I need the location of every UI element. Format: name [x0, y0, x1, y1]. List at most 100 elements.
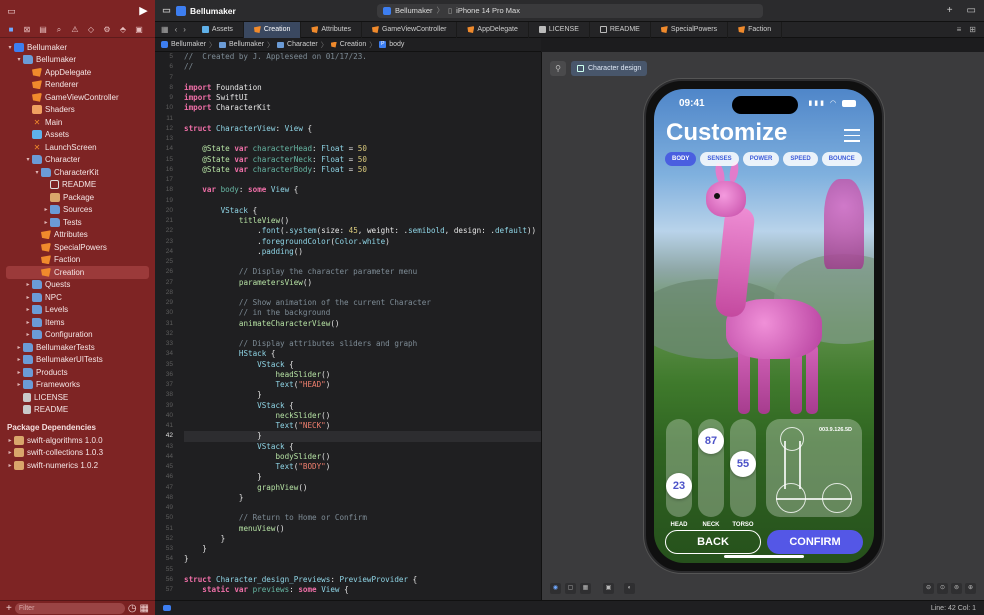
debug-area-toggle-icon[interactable]	[163, 605, 171, 611]
source-control-filter-icon[interactable]: ▦	[140, 603, 149, 614]
navigator-item[interactable]: ▸ NPC	[0, 291, 155, 304]
navigator-item[interactable]: Renderer	[0, 79, 155, 92]
run-button[interactable]: ▶	[138, 5, 149, 17]
breadcrumb-item[interactable]: body	[389, 41, 404, 48]
symbol-navigator-icon[interactable]: ▤	[38, 25, 48, 35]
live-preview-icon[interactable]: ◉	[550, 582, 561, 594]
disclosure-triangle-icon[interactable]: ▸	[6, 462, 14, 469]
tab-license[interactable]: LICENSE	[529, 21, 590, 38]
forward-icon[interactable]: ›	[183, 25, 186, 34]
disclosure-triangle-icon[interactable]: ▸	[24, 319, 32, 326]
breadcrumb-item[interactable]: Bellumaker	[229, 41, 264, 48]
slider-knob-torso[interactable]: 55	[730, 451, 756, 477]
tab-attributes[interactable]: Attributes	[301, 21, 362, 38]
disclosure-triangle-icon[interactable]: ▾	[24, 156, 32, 163]
chip-bounce[interactable]: BOUNCE	[821, 152, 862, 166]
tab-appdelegate[interactable]: AppDelegate	[457, 21, 529, 38]
navigator-item[interactable]: ▸ Tests	[0, 216, 155, 229]
issue-navigator-icon[interactable]: ⚠	[70, 25, 80, 35]
variants-icon[interactable]: ▦	[580, 582, 591, 594]
back-button[interactable]: BACK	[665, 530, 761, 554]
package-item[interactable]: ▸ swift-algorithms 1.0.0	[0, 434, 155, 447]
navigator-item[interactable]: ✕ LaunchScreen	[0, 141, 155, 154]
disclosure-triangle-icon[interactable]: ▸	[24, 306, 32, 313]
disclosure-triangle-icon[interactable]: ▸	[24, 294, 32, 301]
confirm-button[interactable]: CONFIRM	[767, 530, 863, 554]
disclosure-triangle-icon[interactable]: ▾	[33, 169, 41, 176]
navigator-item[interactable]: ▸ Frameworks	[0, 379, 155, 392]
navigator-item[interactable]: ▸ Levels	[0, 304, 155, 317]
disclosure-triangle-icon[interactable]: ▸	[24, 281, 32, 288]
pin-preview-icon[interactable]: ⚲	[550, 61, 566, 76]
disclosure-triangle-icon[interactable]: ▸	[15, 369, 23, 376]
tab-specialpowers[interactable]: SpecialPowers	[651, 21, 729, 38]
navigator-item[interactable]: Assets	[0, 129, 155, 142]
navigator-item[interactable]: README	[0, 404, 155, 417]
disclosure-triangle-icon[interactable]: ▸	[42, 219, 50, 226]
slider-track-head[interactable]: 23	[666, 419, 692, 517]
navigator-item[interactable]: Creation	[6, 266, 149, 279]
package-item[interactable]: ▸ swift-collections 1.0.3	[0, 447, 155, 460]
disclosure-triangle-icon[interactable]: ▾	[6, 44, 14, 51]
tab-assets[interactable]: Assets	[192, 21, 244, 38]
editor-options-icon[interactable]: ≡	[957, 25, 962, 34]
tab-gameviewcontroller[interactable]: GameViewController	[362, 21, 458, 38]
navigator-item[interactable]: ▾ Bellumaker	[0, 41, 155, 54]
navigator-item[interactable]: LICENSE	[0, 391, 155, 404]
disclosure-triangle-icon[interactable]: ▸	[6, 449, 14, 456]
related-items-icon[interactable]: ▦	[161, 25, 169, 34]
breakpoint-navigator-icon[interactable]: ⬘	[118, 25, 128, 35]
navigator-item[interactable]: Attributes	[0, 229, 155, 242]
source-control-icon[interactable]: ⊠	[22, 25, 32, 35]
disclosure-triangle-icon[interactable]: ▸	[42, 206, 50, 213]
navigator-item[interactable]: ▸ Sources	[0, 204, 155, 217]
breadcrumb-item[interactable]: Creation	[340, 41, 366, 48]
tab-creation[interactable]: Creation	[243, 21, 302, 38]
add-icon[interactable]: +	[947, 5, 953, 16]
appearance-icon[interactable]: ◐	[624, 582, 635, 594]
zoom-in-icon[interactable]: ⊕	[965, 582, 976, 594]
breadcrumb-item[interactable]: Character	[287, 41, 318, 48]
breadcrumb-item[interactable]: Bellumaker	[171, 41, 206, 48]
disclosure-triangle-icon[interactable]: ▸	[6, 437, 14, 444]
report-navigator-icon[interactable]: ▣	[134, 25, 144, 35]
filter-input[interactable]: Filter	[14, 602, 125, 614]
navigator-item[interactable]: ▸ Items	[0, 316, 155, 329]
preview-tab[interactable]: Character design	[571, 61, 648, 76]
project-navigator-icon[interactable]: ■	[6, 25, 16, 35]
chip-senses[interactable]: SENSES	[700, 152, 739, 166]
scheme-selector[interactable]: Bellumaker 〉 ▯ iPhone 14 Pro Max	[377, 3, 763, 18]
sidebar-toggle-icon[interactable]: ▭	[161, 5, 172, 16]
inspector-toggle-icon[interactable]: ▭	[967, 5, 976, 16]
chip-body[interactable]: BODY	[665, 152, 697, 166]
navigator-item[interactable]: ▸ Products	[0, 366, 155, 379]
navigator-item[interactable]: GameViewController	[0, 91, 155, 104]
find-navigator-icon[interactable]: ⌕	[54, 25, 64, 35]
disclosure-triangle-icon[interactable]: ▸	[15, 381, 23, 388]
zoom-out-icon[interactable]: ⊖	[923, 582, 934, 594]
navigator-item[interactable]: Faction	[0, 254, 155, 267]
navigator-item[interactable]: ▸ BellumakerUITests	[0, 354, 155, 367]
slider-track-neck[interactable]: 87	[698, 419, 724, 517]
split-editor-icon[interactable]: ⊞	[969, 25, 976, 34]
navigator-item[interactable]: ▾ CharacterKit	[0, 166, 155, 179]
code-text[interactable]: // Created by J. Appleseed on 01/17/23. /…	[184, 52, 541, 595]
test-navigator-icon[interactable]: ◇	[86, 25, 96, 35]
chip-power[interactable]: POWER	[742, 152, 780, 166]
navigator-item[interactable]: Shaders	[0, 104, 155, 117]
source-editor[interactable]: 5 6 7 8 9 10 11 12 13 14 15 16 17 18 19 20 21 22 23 24 25 26 2…	[155, 52, 541, 600]
selectable-mode-icon[interactable]: ▢	[565, 582, 576, 594]
navigator-item[interactable]: ▾ Bellumaker	[0, 54, 155, 67]
debug-navigator-icon[interactable]: ⚙	[102, 25, 112, 35]
device-settings-icon[interactable]: ▣	[603, 582, 614, 594]
recent-files-icon[interactable]: ◷	[128, 603, 137, 614]
zoom-fit-icon[interactable]: ⊙	[937, 582, 948, 594]
navigator-item[interactable]: SpecialPowers	[0, 241, 155, 254]
zoom-actual-icon[interactable]: ⊚	[951, 582, 962, 594]
slider-track-torso[interactable]: 55	[730, 419, 756, 517]
disclosure-triangle-icon[interactable]: ▾	[15, 56, 23, 63]
back-icon[interactable]: ‹	[175, 25, 178, 34]
slider-knob-head[interactable]: 23	[666, 473, 692, 499]
chip-speed[interactable]: SPEED	[783, 152, 818, 166]
slider-knob-neck[interactable]: 87	[698, 428, 724, 454]
